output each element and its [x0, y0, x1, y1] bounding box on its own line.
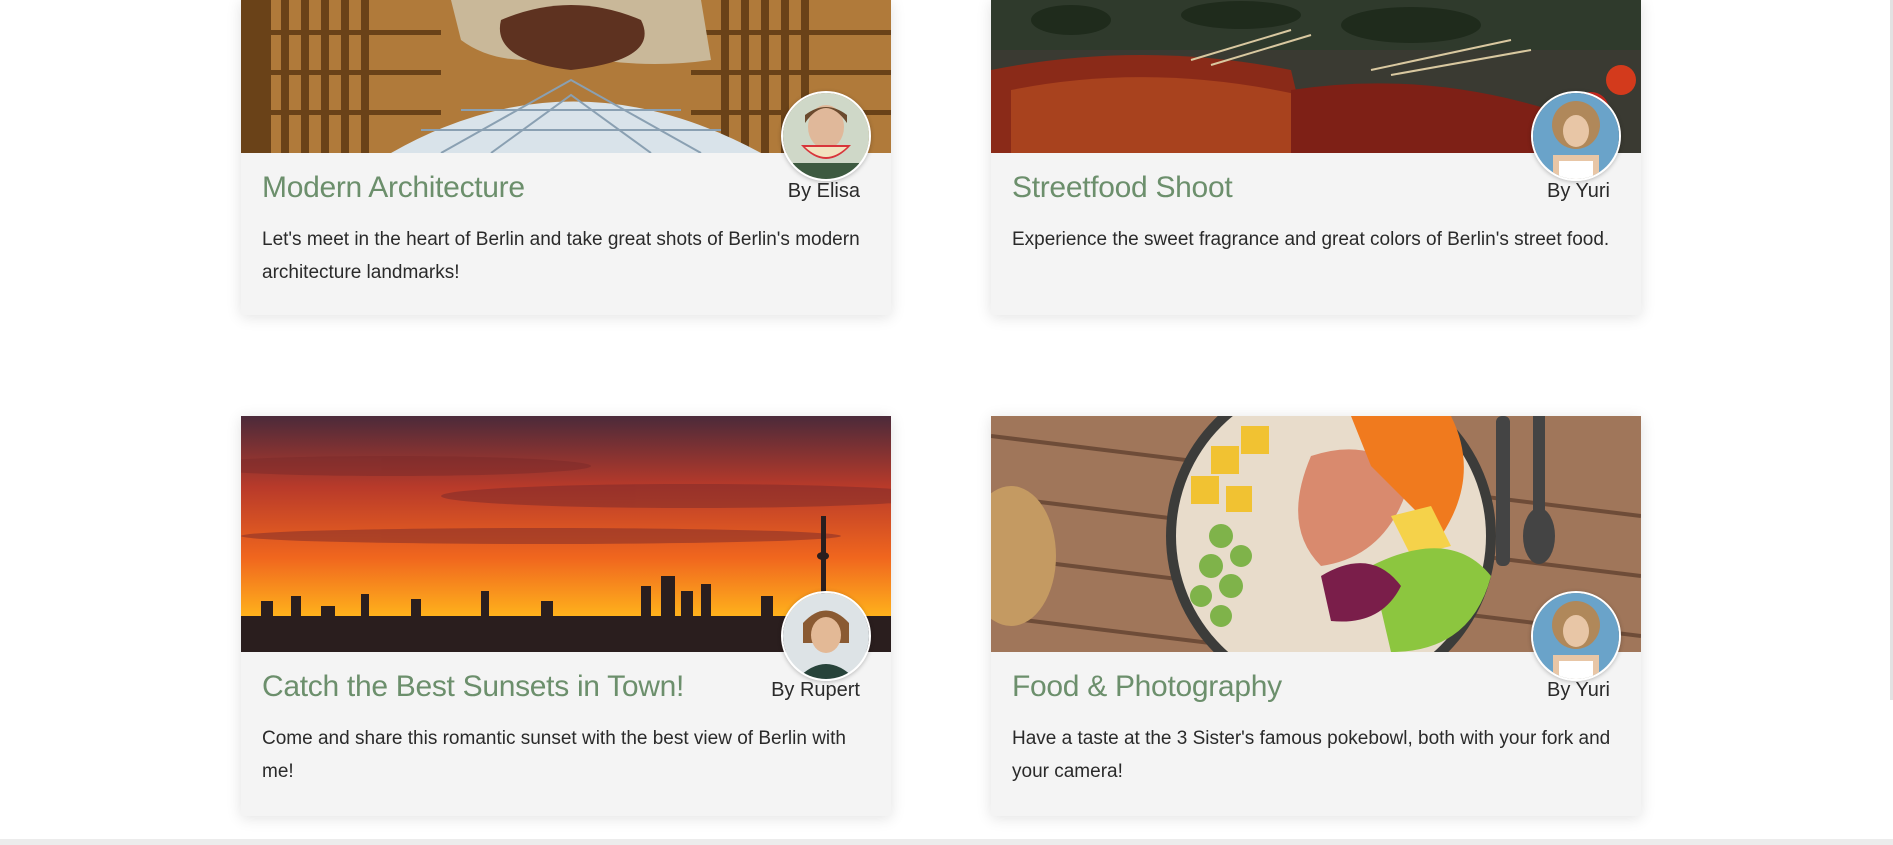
- card-title[interactable]: Streetfood Shoot: [1012, 171, 1233, 205]
- card-author: By Yuri: [1547, 180, 1610, 202]
- card-author: By Rupert: [771, 679, 860, 701]
- events-page: Modern Architecture By Elisa Let's meet …: [0, 0, 1893, 845]
- card-description: Come and share this romantic sunset with…: [262, 728, 846, 782]
- card-description: Have a taste at the 3 Sister's famous po…: [1012, 728, 1611, 782]
- card-body: Modern Architecture By Elisa Let's meet …: [241, 153, 891, 289]
- event-card-streetfood-shoot[interactable]: Streetfood Shoot By Yuri Experience the …: [991, 0, 1641, 315]
- event-card-food-photography[interactable]: Food & Photography By Yuri Have a taste …: [991, 416, 1641, 816]
- card-body: Food & Photography By Yuri Have a taste …: [991, 652, 1641, 788]
- card-author: By Yuri: [1547, 679, 1610, 701]
- card-author: By Elisa: [787, 180, 860, 202]
- event-card-sunsets[interactable]: Catch the Best Sunsets in Town! By Ruper…: [241, 416, 891, 816]
- card-description: Experience the sweet fragrance and great…: [1012, 229, 1610, 250]
- card-title[interactable]: Catch the Best Sunsets in Town!: [262, 670, 684, 704]
- card-description: Let's meet in the heart of Berlin and ta…: [262, 229, 860, 283]
- event-card-modern-architecture[interactable]: Modern Architecture By Elisa Let's meet …: [241, 0, 891, 315]
- card-body: Catch the Best Sunsets in Town! By Ruper…: [241, 652, 891, 788]
- card-title[interactable]: Food & Photography: [1012, 670, 1282, 704]
- card-title[interactable]: Modern Architecture: [262, 171, 525, 205]
- card-body: Streetfood Shoot By Yuri Experience the …: [991, 153, 1641, 256]
- page-bottom-divider: [0, 839, 1893, 845]
